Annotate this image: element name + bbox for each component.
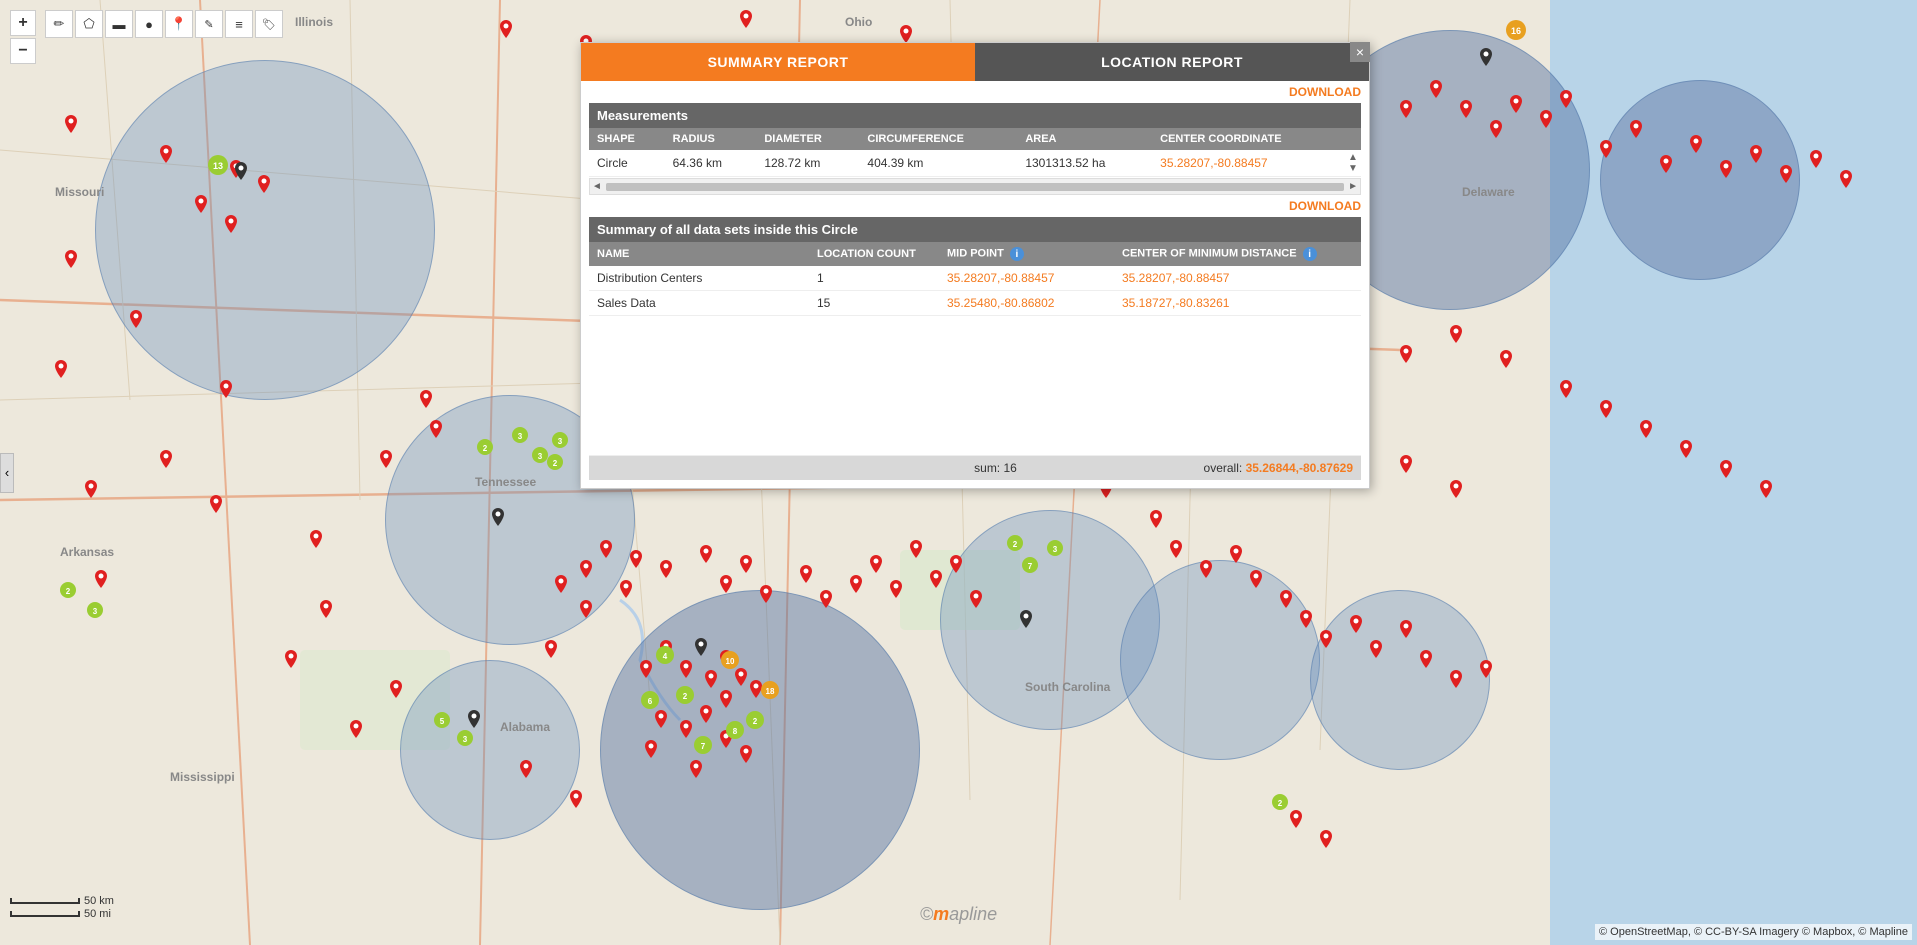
download-summary-button[interactable]: DOWNLOAD — [581, 195, 1369, 217]
summary-center-1[interactable]: 35.28207,-80.88457 — [1114, 266, 1361, 291]
summary-row-2: Sales Data 15 35.25480,-80.86802 35.1872… — [589, 291, 1361, 316]
mid-point-info-icon[interactable]: i — [1010, 247, 1024, 261]
download-measurements-button[interactable]: DOWNLOAD — [581, 81, 1369, 103]
map-zoom-controls: + − — [10, 10, 36, 64]
sum-label: sum: 16 — [974, 461, 1017, 475]
summary-count-1: 1 — [809, 266, 939, 291]
overall-label: overall: — [1204, 461, 1243, 475]
draw-line-button[interactable]: ✏ — [45, 10, 73, 38]
hscroll-left-arrow[interactable]: ◄ — [592, 181, 602, 192]
edit-button[interactable]: ✎ — [195, 10, 223, 38]
summary-count-2: 15 — [809, 291, 939, 316]
draw-circle-button[interactable]: ● — [135, 10, 163, 38]
label-button[interactable]: 🏷 — [255, 10, 283, 38]
scroll-up-arrow[interactable]: ▲ — [1348, 152, 1358, 163]
summary-midpoint-1[interactable]: 35.28207,-80.88457 — [939, 266, 1114, 291]
add-marker-button[interactable]: 📍 — [165, 10, 193, 38]
panel-tabs: SUMMARY REPORT LOCATION REPORT — [581, 43, 1369, 81]
cell-shape: Circle — [589, 150, 665, 177]
draw-rectangle-button[interactable]: ▬ — [105, 10, 133, 38]
draw-polygon-button[interactable]: ⬠ — [75, 10, 103, 38]
col-area: AREA — [1017, 128, 1152, 150]
measurements-row-1: Circle 64.36 km 128.72 km 404.39 km 1301… — [589, 150, 1361, 177]
col-shape: SHAPE — [589, 128, 665, 150]
mapline-logo: ©mapline — [920, 904, 997, 925]
col-location-count: LOCATION COUNT — [809, 242, 939, 266]
cell-radius: 64.36 km — [665, 150, 757, 177]
col-radius: RADIUS — [665, 128, 757, 150]
summary-section-header: Summary of all data sets inside this Cir… — [589, 217, 1361, 242]
summary-midpoint-2[interactable]: 35.25480,-80.86802 — [939, 291, 1114, 316]
summary-table: NAME LOCATION COUNT MID POINT i CENTER O… — [589, 242, 1361, 456]
tab-location-report[interactable]: LOCATION REPORT — [975, 43, 1369, 81]
col-center-min-dist: CENTER OF MINIMUM DISTANCE i — [1114, 242, 1361, 266]
cell-diameter: 128.72 km — [756, 150, 859, 177]
zoom-in-button[interactable]: + — [10, 10, 36, 36]
col-circumference: CIRCUMFERENCE — [859, 128, 1017, 150]
col-center-coord: CENTER COORDINATE — [1152, 128, 1345, 150]
cell-circumference: 404.39 km — [859, 150, 1017, 177]
drawing-toolbar: ✏ ⬠ ▬ ● 📍 ✎ ≡ 🏷 — [45, 10, 283, 38]
panel-close-button[interactable]: × — [1350, 42, 1370, 62]
tab-summary-report[interactable]: SUMMARY REPORT — [581, 43, 975, 81]
hscroll-right-arrow[interactable]: ► — [1348, 181, 1358, 192]
sidebar-toggle-button[interactable]: ‹ — [0, 453, 14, 493]
summary-name-2: Sales Data — [589, 291, 809, 316]
list-button[interactable]: ≡ — [225, 10, 253, 38]
summary-center-2[interactable]: 35.18727,-80.83261 — [1114, 291, 1361, 316]
cell-center-coord[interactable]: 35.28207,-80.88457 — [1152, 150, 1345, 177]
summary-footer: sum: 16 overall: 35.26844,-80.87629 — [589, 456, 1361, 480]
map-container: Illinois Ohio Missouri Delaware Arkansas… — [0, 0, 1917, 945]
report-panel: × SUMMARY REPORT LOCATION REPORT DOWNLOA… — [580, 42, 1370, 489]
scale-km-label: 50 km — [84, 895, 114, 907]
measurements-section-header: Measurements — [589, 103, 1361, 128]
col-mid-point: MID POINT i — [939, 242, 1114, 266]
scale-bar: 50 km 50 mi — [10, 895, 114, 920]
map-attribution: © OpenStreetMap, © CC-BY-SA Imagery © Ma… — [1595, 924, 1912, 940]
col-diameter: DIAMETER — [756, 128, 859, 150]
overall-coord[interactable]: 35.26844,-80.87629 — [1246, 461, 1353, 475]
scroll-down-arrow[interactable]: ▼ — [1348, 163, 1358, 174]
center-min-dist-info-icon[interactable]: i — [1303, 247, 1317, 261]
summary-name-1: Distribution Centers — [589, 266, 809, 291]
zoom-out-button[interactable]: − — [10, 38, 36, 64]
measurements-table: SHAPE RADIUS DIAMETER CIRCUMFERENCE AREA… — [589, 128, 1361, 177]
summary-row-1: Distribution Centers 1 35.28207,-80.8845… — [589, 266, 1361, 291]
col-name: NAME — [589, 242, 809, 266]
summary-empty-rows — [589, 316, 1361, 456]
scale-mi-label: 50 mi — [84, 908, 111, 920]
cell-area: 1301313.52 ha — [1017, 150, 1152, 177]
